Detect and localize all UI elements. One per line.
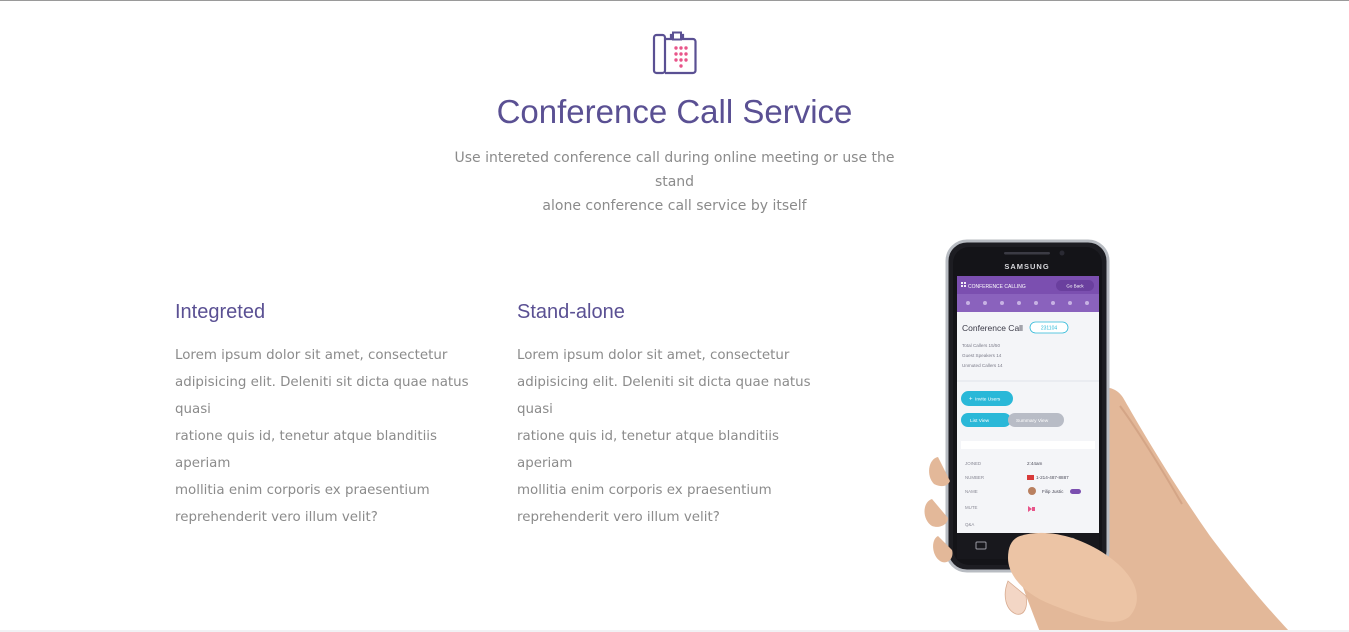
avatar xyxy=(1028,487,1036,495)
phone-icon xyxy=(652,31,697,75)
row-value: 2:44am xyxy=(1027,461,1042,466)
row-label: NAME xyxy=(965,489,978,494)
row-label: JOINED xyxy=(965,461,981,466)
feature-standalone: Stand-alone Lorem ipsum dolor sit amet, … xyxy=(517,300,837,531)
subtitle-line-2: alone conference call service by itself xyxy=(542,198,807,214)
row-label: Q&A xyxy=(965,522,974,527)
feature-line: reprehenderit vero illum velit? xyxy=(517,510,720,525)
finger xyxy=(924,499,948,527)
row-label: NUMBER xyxy=(965,475,984,480)
feature-line: Lorem ipsum dolor sit amet, consectetur xyxy=(175,348,448,363)
feature-title: Stand-alone xyxy=(517,301,625,323)
list-view-label: List View xyxy=(970,418,990,424)
phone-brand: SAMSUNG xyxy=(1004,262,1049,271)
invite-users-label: Invite Users xyxy=(975,397,1001,403)
stat-unmuted-callers: Unmuted Callers 14 xyxy=(962,363,1003,368)
stat-total-callers: Total Callers 15/50 xyxy=(962,343,1000,348)
feature-integrated: Integreted Lorem ipsum dolor sit amet, c… xyxy=(175,300,495,531)
svg-text:+: + xyxy=(969,397,973,403)
feature-line: adipisicing elit. Deleniti sit dicta qua… xyxy=(517,375,811,417)
summary-view-label: Summary View xyxy=(1016,418,1049,424)
row-value: 1-214-487-8887 xyxy=(1036,475,1069,480)
row-label: MUTE xyxy=(965,505,978,510)
top-divider xyxy=(0,0,1349,1)
section-subtitle: Use intereted conference call during onl… xyxy=(434,146,915,218)
feature-line: reprehenderit vero illum velit? xyxy=(175,510,378,525)
feature-line: mollitia enim corporis ex praesentium xyxy=(517,483,772,498)
go-back-button[interactable]: Go Back xyxy=(1066,284,1084,289)
screen-title: Conference Call xyxy=(962,323,1023,333)
smartphone: SAMSUNG CONFERENCE CALLING Go Back Confe… xyxy=(945,239,1110,573)
feature-line: mollitia enim corporis ex praesentium xyxy=(175,483,430,498)
feature-line: adipisicing elit. Deleniti sit dicta qua… xyxy=(175,375,469,417)
app-header-title: CONFERENCE CALLING xyxy=(968,284,1026,290)
call-id-badge: 231104 xyxy=(1041,326,1058,332)
feature-line: ratione quis id, tenetur atque blanditii… xyxy=(175,429,437,471)
feature-line: ratione quis id, tenetur atque blanditii… xyxy=(517,429,779,471)
page-title: Conference Call Service xyxy=(496,93,853,130)
feature-title: Integreted xyxy=(175,301,266,323)
feature-description: Lorem ipsum dolor sit amet, consectetur … xyxy=(175,342,495,531)
subtitle-line-1: Use intereted conference call during onl… xyxy=(454,150,895,190)
stat-guest-speakers: Guest Speakers 14 xyxy=(962,353,1002,358)
feature-description: Lorem ipsum dolor sit amet, consectetur … xyxy=(517,342,837,531)
feature-line: Lorem ipsum dolor sit amet, consectetur xyxy=(517,348,790,363)
row-value: Filip Justic xyxy=(1042,489,1064,494)
phone-in-hand-image: SAMSUNG CONFERENCE CALLING Go Back Confe… xyxy=(924,239,1290,632)
